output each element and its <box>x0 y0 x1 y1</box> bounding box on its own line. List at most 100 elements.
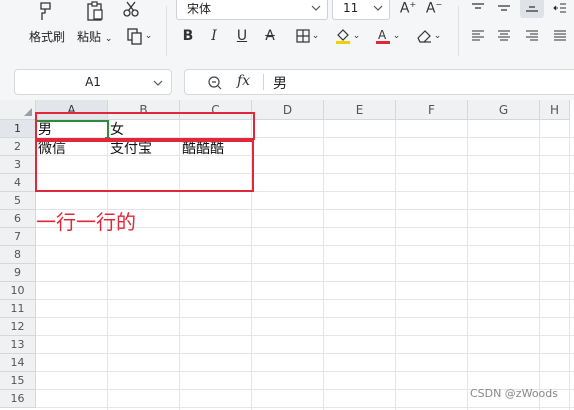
bold-button[interactable]: B <box>178 26 198 46</box>
grid-row-line <box>36 335 574 336</box>
format-painter-button[interactable] <box>26 0 66 22</box>
row-header-10[interactable]: 10 <box>0 282 36 300</box>
column-header-h[interactable]: H <box>540 100 570 120</box>
column-header-f[interactable]: F <box>396 100 468 120</box>
annotation-box-rows2-4 <box>35 140 254 192</box>
grid-column-line <box>539 120 540 410</box>
annotation-box-row1 <box>35 112 255 140</box>
chevron-down-icon <box>311 5 321 11</box>
align-right-icon <box>526 30 538 41</box>
justify-icon <box>554 30 566 41</box>
row-header-1[interactable]: 1 <box>0 120 36 138</box>
row-header-14[interactable]: 14 <box>0 354 36 372</box>
select-all-corner[interactable] <box>0 100 36 120</box>
paste-button[interactable] <box>80 0 110 22</box>
watermark: CSDN @zWoods <box>469 387 558 400</box>
font-color-dropdown-icon[interactable]: ⌄ <box>393 31 401 41</box>
copy-button[interactable]: ⌄ <box>122 26 156 46</box>
copy-dropdown-icon[interactable]: ⌄ <box>145 31 153 41</box>
align-center-button[interactable] <box>494 28 514 44</box>
formula-divider <box>263 74 264 90</box>
indent-icon <box>553 3 566 13</box>
justify-button[interactable] <box>550 28 570 44</box>
bold-icon: B <box>182 28 194 44</box>
align-middle-icon <box>498 5 510 11</box>
decrease-font-size-button[interactable]: A− <box>424 0 444 18</box>
formula-input[interactable]: fx 男 <box>184 69 574 95</box>
underline-icon: U <box>236 28 248 44</box>
align-left-button[interactable] <box>468 28 488 44</box>
row-header-3[interactable]: 3 <box>0 156 36 174</box>
name-box[interactable]: A1 <box>14 69 172 95</box>
row-header-5[interactable]: 5 <box>0 192 36 210</box>
grid-column-line <box>395 120 396 410</box>
grid-row-line <box>36 245 574 246</box>
eraser-icon <box>416 30 431 43</box>
row-header-11[interactable]: 11 <box>0 300 36 318</box>
column-header-d[interactable]: D <box>252 100 324 120</box>
toolbar-separator <box>458 6 459 56</box>
decrease-font-icon: A− <box>425 0 443 17</box>
font-name-value: 宋体 <box>187 1 212 16</box>
paste-dropdown-icon[interactable]: ⌄ <box>105 34 113 44</box>
copy-icon <box>127 28 142 45</box>
zoom-search-icon[interactable] <box>207 75 223 91</box>
chevron-down-icon[interactable] <box>153 78 163 88</box>
clipboard-icon <box>87 1 103 21</box>
column-header-g[interactable]: G <box>468 100 540 120</box>
align-right-button[interactable] <box>522 28 542 44</box>
spreadsheet-grid[interactable]: ABCDEFGH 1 2 3 4 5 6 7 8 9 10 11 12 13 14 15 16 男 女 微信 … <box>0 100 574 410</box>
strikethrough-button[interactable]: A <box>260 26 280 46</box>
italic-button[interactable]: I <box>204 26 224 46</box>
row-header-8[interactable]: 8 <box>0 246 36 264</box>
clear-dropdown-icon[interactable]: ⌄ <box>434 31 442 41</box>
fill-color-button[interactable]: ⌄ <box>330 26 364 46</box>
align-bottom-icon <box>526 6 538 12</box>
align-top-button[interactable] <box>468 0 488 16</box>
italic-icon: I <box>211 28 217 44</box>
row-header-16[interactable]: 16 <box>0 390 36 408</box>
formula-content: 男 <box>273 76 287 92</box>
font-name-select[interactable]: 宋体 <box>176 0 328 20</box>
paint-bucket-icon <box>335 29 350 44</box>
row-header-12[interactable]: 12 <box>0 318 36 336</box>
row-header-2[interactable]: 2 <box>0 138 36 156</box>
row-header-4[interactable]: 4 <box>0 174 36 192</box>
row-header-15[interactable]: 15 <box>0 372 36 390</box>
paste-label[interactable]: 粘贴 ⌄ <box>77 28 112 45</box>
row-header-9[interactable]: 9 <box>0 264 36 282</box>
row-header-6[interactable]: 6 <box>0 210 36 228</box>
indent-button[interactable] <box>550 0 570 16</box>
font-size-select[interactable]: 11 <box>332 0 390 20</box>
borders-button[interactable]: ⌄ <box>290 26 324 46</box>
align-bottom-button[interactable] <box>520 0 544 18</box>
clear-format-button[interactable]: ⌄ <box>410 26 446 46</box>
toolbar-separator <box>166 6 167 56</box>
grid-row-line <box>36 353 574 354</box>
fill-color-dropdown-icon[interactable]: ⌄ <box>353 31 361 41</box>
align-top-icon <box>472 3 484 9</box>
borders-icon <box>296 29 310 43</box>
grid-row-line <box>36 317 574 318</box>
align-left-icon <box>472 30 484 41</box>
align-center-icon <box>498 30 510 41</box>
cut-button[interactable] <box>118 0 144 18</box>
row-header-7[interactable]: 7 <box>0 228 36 246</box>
increase-font-size-button[interactable]: A+ <box>398 0 418 18</box>
column-header-e[interactable]: E <box>324 100 396 120</box>
brush-icon <box>40 2 51 20</box>
underline-button[interactable]: U <box>232 26 252 46</box>
svg-text:A: A <box>378 28 387 42</box>
strikethrough-icon: A <box>265 28 275 44</box>
font-color-icon: A <box>375 28 390 44</box>
font-color-button[interactable]: A ⌄ <box>370 26 404 46</box>
annotation-text: 一行一行的 <box>36 210 136 234</box>
borders-dropdown-icon[interactable]: ⌄ <box>312 31 320 41</box>
ribbon-toolbar: 格式刷 粘贴 ⌄ ⌄ 宋体 11 A+ A− B I U A ⌄ ⌄ A ⌄ ⌄ <box>0 0 574 66</box>
fx-icon[interactable]: fx <box>237 73 250 89</box>
row-header-13[interactable]: 13 <box>0 336 36 354</box>
grid-column-line <box>467 120 468 410</box>
increase-font-icon: A+ <box>399 0 417 17</box>
align-middle-button[interactable] <box>494 0 514 16</box>
format-painter-label: 格式刷 <box>29 30 66 44</box>
